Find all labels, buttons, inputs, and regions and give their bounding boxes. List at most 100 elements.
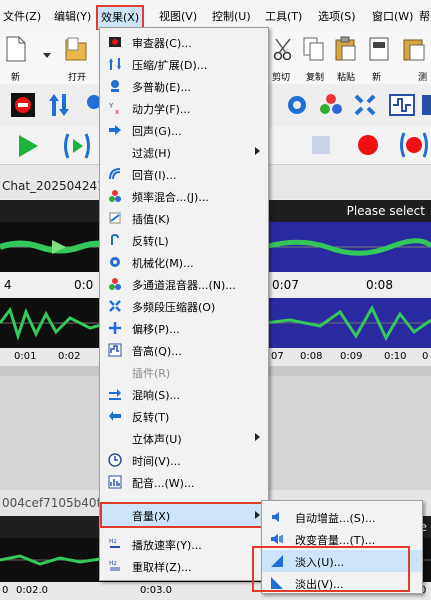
- multiband-compressor-icon: [109, 300, 121, 312]
- waveform-edit-icon[interactable]: [388, 92, 416, 118]
- pitch-icon: [108, 343, 122, 357]
- ruler-label: 0:09: [340, 351, 363, 362]
- swap-arrows-icon[interactable]: [46, 92, 72, 118]
- frequency-mix-icon: [109, 190, 121, 202]
- reverb-echo-icon: [109, 168, 121, 180]
- offset-icon: [109, 322, 121, 334]
- submenu-arrow-icon: [255, 433, 260, 441]
- record-icon[interactable]: [356, 133, 380, 157]
- menu-item-filter[interactable]: 过滤(H): [100, 141, 268, 163]
- menu-window[interactable]: 窗口(W): [372, 9, 413, 25]
- chevron-down-icon[interactable]: [42, 52, 52, 60]
- menu-tools[interactable]: 工具(T): [265, 9, 302, 25]
- effects-menu: 审查器(C)... 压缩/扩展(D)... 多普勒(E)... Yx 动力学(F…: [99, 27, 269, 581]
- invert-icon: [111, 233, 119, 245]
- menu-item-frequency-mix[interactable]: 频率混合...(J)...: [100, 185, 268, 207]
- cut-label: 剪切: [272, 73, 291, 83]
- voiceover-icon: [108, 475, 122, 489]
- file-tab-2[interactable]: 004cef7105b40f2: [2, 496, 108, 510]
- open-folder-icon[interactable]: [64, 36, 88, 62]
- paste-new-icon[interactable]: [402, 36, 426, 62]
- menu-item-doppler[interactable]: 多普勒(E)...: [100, 75, 268, 97]
- inspector-icon: [109, 37, 121, 47]
- record-looped-icon[interactable]: [398, 131, 431, 159]
- menu-item-voiceover[interactable]: 配音...(W)...: [100, 471, 268, 493]
- menu-item-compress-expand[interactable]: 压缩/扩展(D)...: [100, 53, 268, 75]
- more-tools-icon[interactable]: [420, 92, 431, 118]
- menu-item-interpolate[interactable]: 插值(K): [100, 207, 268, 229]
- menu-item-reverb[interactable]: 混响(S)...: [100, 383, 268, 405]
- menu-view[interactable]: 视图(V): [159, 9, 197, 25]
- menu-item-pitch[interactable]: 音高(Q)...: [100, 339, 268, 361]
- stop-sign-icon[interactable]: [10, 92, 36, 118]
- fade-selection-highlight: [252, 546, 410, 592]
- paste-icon[interactable]: [334, 36, 358, 62]
- menu-item-stereo[interactable]: 立体声(U): [100, 427, 268, 449]
- svg-text:Hz: Hz: [109, 560, 117, 567]
- stop-icon[interactable]: [310, 134, 332, 156]
- menu-item-dynamics[interactable]: Yx 动力学(F)...: [100, 97, 268, 119]
- open-label: 打开: [68, 73, 87, 83]
- menu-item-time[interactable]: 时间(V)...: [100, 449, 268, 471]
- menu-item-inspector[interactable]: 审查器(C)...: [100, 31, 268, 53]
- menu-item-playback-rate[interactable]: Hz 播放速率(Y)...: [100, 533, 268, 555]
- echo-icon: [109, 125, 121, 135]
- ruler-label: 0:07: [272, 278, 299, 292]
- new-file-icon[interactable]: [6, 36, 26, 62]
- ruler-label: 0:01: [14, 351, 37, 362]
- ruler-label: 0:10: [384, 351, 407, 362]
- menu-item-offset[interactable]: 偏移(P)...: [100, 317, 268, 339]
- menu-item-resample[interactable]: Hz 重取样(Z)...: [100, 555, 268, 577]
- mechanize-icon: [110, 257, 120, 267]
- ruler-label: 0:08: [300, 351, 323, 362]
- doppler-icon: [111, 80, 119, 92]
- play-looped-icon[interactable]: [62, 132, 92, 160]
- submenu-arrow-icon: [255, 511, 260, 519]
- multichannel-mixer-icon: [109, 278, 121, 290]
- menu-file[interactable]: 文件(Z): [3, 9, 41, 25]
- ruler-label: 0: [2, 585, 9, 596]
- menu-item-reverse[interactable]: 反转(T): [100, 405, 268, 427]
- menu-control[interactable]: 控制(U): [212, 9, 251, 25]
- menu-item-volume[interactable]: 音量(X): [100, 502, 268, 528]
- play-icon[interactable]: [16, 134, 40, 158]
- ruler-label: 0:02.0: [16, 585, 48, 596]
- compress-icon: [109, 58, 121, 70]
- ruler-label: 0:02: [58, 351, 81, 362]
- paste-label: 粘贴: [337, 73, 356, 83]
- ruler-label: 0:08: [366, 278, 393, 292]
- svg-text:x: x: [115, 108, 119, 115]
- ruler-label: 0:0: [74, 278, 94, 292]
- ruler-label: 0:03.0: [140, 585, 172, 596]
- reverb-icon: [109, 389, 121, 400]
- auto-gain-icon: [272, 512, 279, 522]
- menu-edit[interactable]: 编辑(Y): [54, 9, 91, 25]
- menu-item-plugins: 插件(R): [132, 367, 171, 380]
- change-volume-icon: [271, 534, 283, 544]
- menu-help[interactable]: 帮: [419, 9, 430, 25]
- menu-item-echo[interactable]: 回声(G)...: [100, 119, 268, 141]
- submenu-item-auto-gain[interactable]: 自动增益...(S)...: [262, 506, 422, 528]
- menu-item-multiband-compressor[interactable]: 多频段压缩器(O): [100, 295, 268, 317]
- clock-icon: [108, 453, 122, 467]
- interpolate-icon: [109, 212, 121, 224]
- copy-label: 复制: [306, 73, 325, 83]
- new2-label: 新: [372, 73, 382, 83]
- menu-options[interactable]: 选项(S): [318, 9, 356, 25]
- new-doc-icon[interactable]: [368, 36, 390, 62]
- panel-1-status: Please select: [346, 204, 425, 218]
- svg-text:Y: Y: [108, 102, 114, 110]
- menu-item-mechanize[interactable]: 机械化(M)...: [100, 251, 268, 273]
- multiband-icon[interactable]: [352, 92, 378, 118]
- multichannel-icon[interactable]: [318, 92, 344, 118]
- scissors-icon[interactable]: [272, 36, 294, 62]
- menu-item-reverb-echo[interactable]: 回音(I)...: [100, 163, 268, 185]
- copy-icon[interactable]: [302, 36, 326, 62]
- menu-item-invert[interactable]: 反转(L): [100, 229, 268, 251]
- menu-item-multichannel-mixer[interactable]: 多通道混音器...(N)...: [100, 273, 268, 295]
- reverse-icon: [109, 411, 121, 421]
- svg-text:Hz: Hz: [109, 538, 117, 545]
- gear-effect-icon[interactable]: [284, 92, 310, 118]
- resample-icon: Hz: [109, 560, 120, 571]
- mix-label: 测: [418, 73, 428, 83]
